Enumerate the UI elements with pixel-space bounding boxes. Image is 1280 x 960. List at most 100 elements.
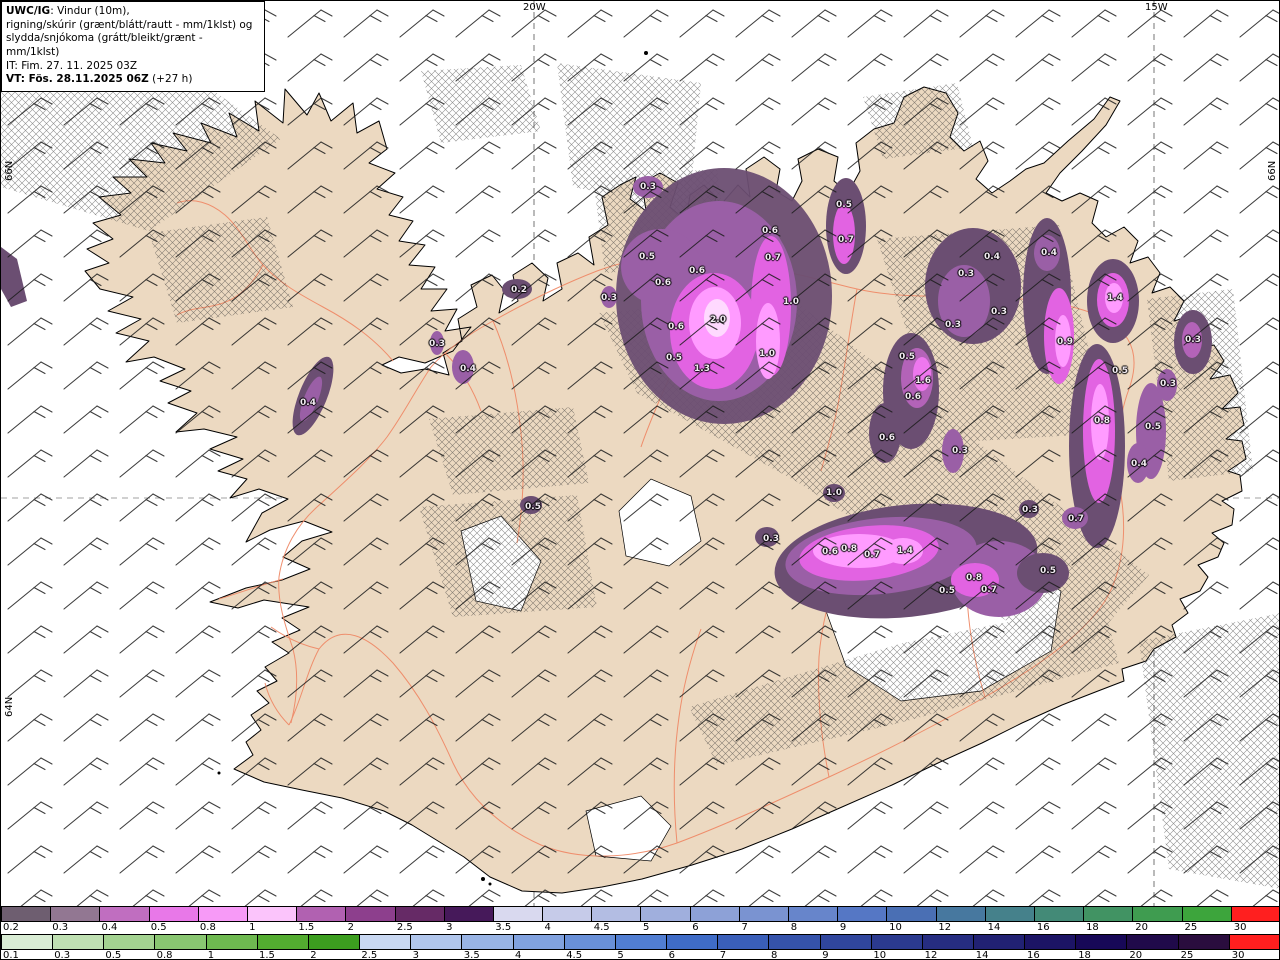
colorbar-tick-label: 25: [1180, 950, 1194, 960]
rain-colorbar: [1, 934, 1279, 950]
colorbar-tick-label: 0.8: [199, 922, 216, 933]
colorbar-segment: [1182, 907, 1232, 921]
colorbar-tick-label: 7: [741, 922, 748, 933]
colorbar-tick-label: 1: [249, 922, 256, 933]
colorbar-segment: [51, 907, 101, 921]
colorbar-segment: [592, 907, 642, 921]
colorbar-tick-label: 14: [987, 922, 1001, 933]
colorbar-segment: [104, 935, 156, 949]
colorbar-segment: [1034, 907, 1085, 921]
colorbar-segment: [985, 907, 1035, 921]
rain-colorbar-labels: 0.1 0.3 0.5 0.8 1 1.5 2 2.5 3 3.5 4 4.5 5 6 7 8 9 10 12 14 1…: [1, 950, 1279, 960]
colorbar-tick-label: 12: [924, 950, 938, 960]
colorbar-segment: [887, 907, 937, 921]
colorbar-segment: [198, 907, 248, 921]
colorbar-segment: [690, 907, 740, 921]
colorbar-segment: [2, 935, 54, 949]
colorbar-segment: [615, 935, 668, 949]
meridian-label-15w: 15W: [1145, 2, 1168, 13]
colorbar-tick-label: 0.3: [54, 950, 71, 960]
colorbar-segment: [718, 935, 770, 949]
parallel-label-left-bottom: 64N: [4, 696, 15, 717]
colorbar-tick-label: 16: [1027, 950, 1040, 960]
parallel-label-right-top: 66N: [1267, 160, 1278, 181]
title-line-1: UWC/IG: Vindur (10m),: [6, 5, 130, 17]
colorbar-segment: [360, 935, 412, 949]
colorbar-tick-label: 2: [310, 950, 317, 960]
colorbar-tick-label: 20: [1135, 922, 1149, 933]
parallel-label-left-top: 66N: [4, 160, 15, 181]
colorbar-segment: [2, 907, 52, 921]
colorbar-segment: [297, 907, 347, 921]
colorbar-tick-label: 25: [1184, 922, 1198, 933]
colorbar-segment: [769, 935, 821, 949]
iceland-weather-svg: [1, 1, 1279, 906]
colorbar-tick-label: 7: [719, 950, 727, 960]
colorbar-tick-label: 12: [938, 922, 952, 933]
colorbar-segment: [308, 935, 361, 949]
map-area: 0.3 0.5 0.6 0.7 0.5 0.4 0.4 0.7 0.6 0.3 0.6 0.2 0.3 1…: [1, 1, 1279, 906]
colorbar-tick-label: 3: [412, 950, 419, 960]
colorbar-segment: [1231, 907, 1279, 921]
colorbar-tick-label: 4: [544, 922, 551, 933]
colorbar-segment: [513, 935, 565, 949]
colorbar-tick-label: 16: [1036, 922, 1050, 933]
colorbar-tick-label: 10: [873, 950, 887, 960]
colorbar-segment: [820, 935, 872, 949]
colorbar-segment: [247, 907, 298, 921]
colorbar-tick-label: 4.5: [566, 950, 583, 960]
colorbar-segment: [100, 907, 150, 921]
colorbar-segment: [936, 907, 986, 921]
colorbar-segment: [462, 935, 514, 949]
colorbar-tick-label: 2.5: [396, 922, 413, 933]
colorbar-tick-label: 5: [617, 950, 624, 960]
colorbar-segment: [395, 907, 445, 921]
colorbar-segment: [53, 935, 105, 949]
colorbar-tick-label: 2: [347, 922, 354, 933]
wind-barb-field: [1, 1, 1279, 906]
colorbar-tick-label: 1: [207, 950, 215, 960]
colorbar-segment: [346, 907, 396, 921]
colorbar-tick-label: 3.5: [495, 922, 512, 933]
colorbar-segment: [493, 907, 544, 921]
colorbar-segment: [641, 907, 691, 921]
colorbar-segment: [411, 935, 463, 949]
colorbar-tick-label: 3: [446, 922, 453, 933]
colorbar-tick-label: 0.5: [105, 950, 122, 960]
colorbar-segment: [206, 935, 258, 949]
colorbar-segment: [871, 935, 923, 949]
colorbar-tick-label: 20: [1129, 950, 1143, 960]
weather-map-page: 0.3 0.5 0.6 0.7 0.5 0.4 0.4 0.7 0.6 0.3 0.6 0.2 0.3 1…: [0, 0, 1280, 960]
colorbar-tick-label: 30: [1233, 922, 1247, 933]
colorbar-tick-label: 0.3: [52, 922, 69, 933]
colorbar-tick-label: 14: [975, 950, 989, 960]
colorbar-tick-label: 8: [790, 922, 798, 933]
colorbar-tick-label: 5: [643, 922, 650, 933]
colorbar-segment: [1133, 907, 1183, 921]
colorbar-tick-label: 4.5: [593, 922, 610, 933]
sleet-snow-colorbar-labels: 0.2 0.3 0.4 0.5 0.8 1 1.5 2 2.5 3 3.5 4 4.5 5 6 7 8 9 10 12…: [1, 922, 1279, 934]
colorbar-tick-label: 9: [822, 950, 829, 960]
colorbar-segment: [564, 935, 616, 949]
colorbar-segment: [1178, 935, 1230, 949]
meridian-label-20w: 20W: [523, 2, 546, 13]
colorbar-segment: [789, 907, 839, 921]
colorbar-segment: [1229, 935, 1279, 949]
colorbar-tick-label: 0.4: [101, 922, 118, 933]
colorbar-tick-label: 3.5: [463, 950, 480, 960]
colorbar-tick-label: 18: [1086, 922, 1099, 933]
colorbar-tick-label: 0.1: [3, 950, 19, 960]
colorbar-segment: [1025, 935, 1077, 949]
colorbar-tick-label: 4: [515, 950, 522, 960]
colorbar-tick-label: 0.2: [3, 922, 19, 933]
colorbar-segment: [155, 935, 207, 949]
colorbar-tick-label: 1.5: [298, 922, 315, 933]
colorbar-segment: [149, 907, 199, 921]
sleet-snow-colorbar: [1, 906, 1279, 922]
colorbar-tick-label: 6: [668, 950, 675, 960]
legend-colorbars: 0.2 0.3 0.4 0.5 0.8 1 1.5 2 2.5 3 3.5 4 4.5 5 6 7 8 9 10 12…: [1, 906, 1279, 960]
colorbar-segment: [257, 935, 309, 949]
colorbar-segment: [667, 935, 719, 949]
colorbar-tick-label: 1.5: [259, 950, 275, 960]
init-time: IT: Fim. 27. 11. 2025 03Z: [6, 59, 138, 72]
